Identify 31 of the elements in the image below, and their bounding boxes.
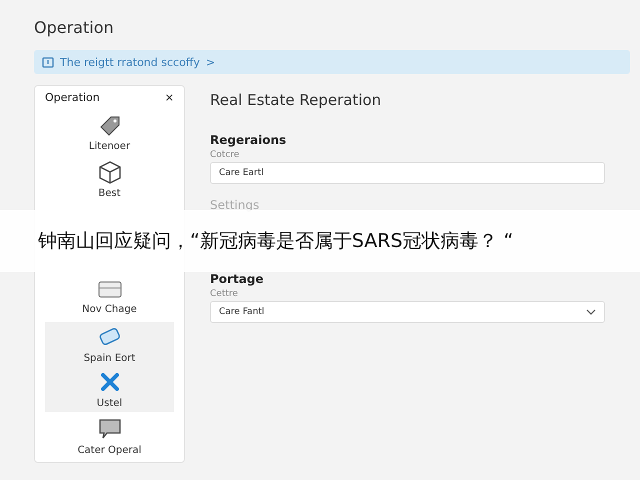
sidebar-item-label: Spain Eort [84, 353, 136, 364]
close-button[interactable]: × [164, 91, 174, 104]
sidebar-item-label: Cater Operal [78, 445, 142, 456]
sidebar-item[interactable]: Cater Operal [45, 414, 174, 459]
caption-banner: 钟南山回应疑问，“新冠病毒是否属于SARS冠状病毒？ “ [0, 210, 640, 272]
cube-icon [96, 160, 122, 184]
comment-icon [96, 417, 122, 441]
chevron-icon [586, 309, 596, 315]
sidebar-title: Operation [45, 91, 100, 104]
info-bar[interactable]: The reigtt rratond sccoffy > [34, 50, 630, 74]
sidebar-item-label: Ustel [96, 398, 122, 409]
sidebar-item-label: Best [98, 188, 121, 199]
info-arrow: > [206, 56, 216, 68]
group-heading: Regeraions [210, 133, 288, 147]
sidebar-item[interactable]: Best [45, 157, 174, 202]
field-label: Cotcre [210, 150, 240, 160]
sidebar-item-label: Nov Chage [82, 304, 137, 315]
select-field[interactable]: Care Fantl [210, 301, 605, 323]
sidebar-item[interactable]: Litenoer [45, 110, 174, 155]
info-icon [42, 56, 54, 68]
group-heading: Portage [210, 272, 265, 286]
sidebar-item[interactable]: Nov Chage [45, 273, 174, 318]
input-field[interactable]: Care Eartl [210, 162, 605, 184]
info-text: The reigtt rratond sccoffy [60, 56, 200, 68]
field-label: Cettre [210, 289, 238, 299]
sidebar-item-label: Litenoer [88, 141, 130, 152]
sidebar-item[interactable]: Spain Eort [45, 322, 174, 367]
group-heading: Settings [210, 198, 260, 212]
page-title: Operation [34, 18, 115, 39]
section-title: Real Estate Reperation [210, 91, 382, 109]
sidebar-item[interactable]: Ustel [45, 367, 174, 412]
